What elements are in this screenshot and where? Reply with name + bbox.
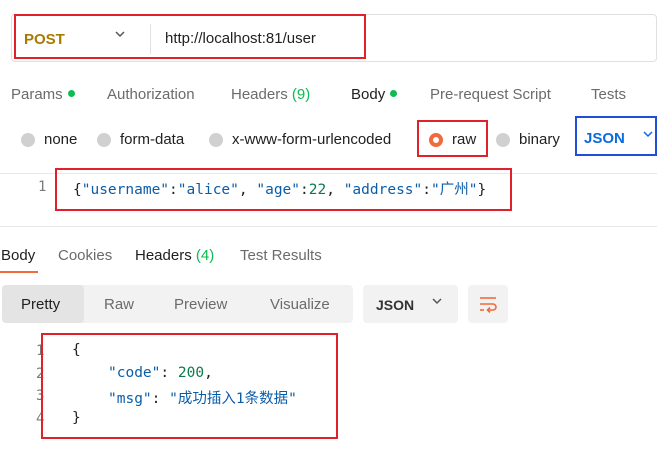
radio-none[interactable]: none <box>21 131 77 148</box>
tab-params[interactable]: Params <box>11 86 75 103</box>
headers-count: (4) <box>195 247 215 264</box>
tab-label: Body <box>351 86 386 103</box>
radio-icon <box>496 132 510 147</box>
view-preview-button[interactable]: Preview <box>174 296 227 313</box>
tab-authorization[interactable]: Authorization <box>107 86 195 103</box>
highlight-box-raw <box>417 120 488 157</box>
tab-headers[interactable]: Headers (9) <box>231 86 310 103</box>
radio-label: binary <box>519 131 560 148</box>
tab-label: Headers <box>231 86 288 103</box>
radio-icon <box>21 132 35 147</box>
active-tab-underline <box>0 271 38 273</box>
radio-icon <box>97 132 111 147</box>
radio-icon <box>209 132 223 147</box>
radio-form-data[interactable]: form-data <box>97 131 184 148</box>
line-number: 1 <box>38 179 47 195</box>
response-tab-headers[interactable]: Headers (4) <box>135 247 214 264</box>
wrap-lines-button[interactable] <box>468 285 508 323</box>
radio-binary[interactable]: binary <box>496 131 560 148</box>
view-visualize-button[interactable]: Visualize <box>270 296 330 313</box>
tab-tests[interactable]: Tests <box>591 86 626 103</box>
tab-label: Params <box>11 86 63 103</box>
radio-label: form-data <box>120 131 185 148</box>
response-format-label: JSON <box>376 297 415 313</box>
highlight-box-format <box>575 116 657 156</box>
response-tab-cookies[interactable]: Cookies <box>58 247 112 264</box>
chevron-down-icon[interactable] <box>430 294 444 311</box>
highlight-box-request <box>14 14 366 59</box>
active-dot-icon <box>390 89 398 97</box>
tab-label: Headers <box>135 247 192 264</box>
tab-prerequest-script[interactable]: Pre-request Script <box>430 86 551 103</box>
wrap-lines-icon <box>480 297 497 313</box>
radio-label: none <box>44 131 78 148</box>
active-dot-icon <box>67 89 75 97</box>
view-raw-button[interactable]: Raw <box>104 296 134 313</box>
radio-urlencoded[interactable]: x-www-form-urlencoded <box>209 131 391 148</box>
radio-label: x-www-form-urlencoded <box>232 131 392 148</box>
tab-body[interactable]: Body <box>351 86 398 103</box>
view-pretty-button[interactable]: Pretty <box>21 296 60 313</box>
response-tab-body[interactable]: Body <box>1 247 35 264</box>
highlight-box-response <box>41 333 338 439</box>
headers-count: (9) <box>291 86 311 103</box>
response-tab-test-results[interactable]: Test Results <box>240 247 322 264</box>
highlight-box-body <box>55 168 512 211</box>
